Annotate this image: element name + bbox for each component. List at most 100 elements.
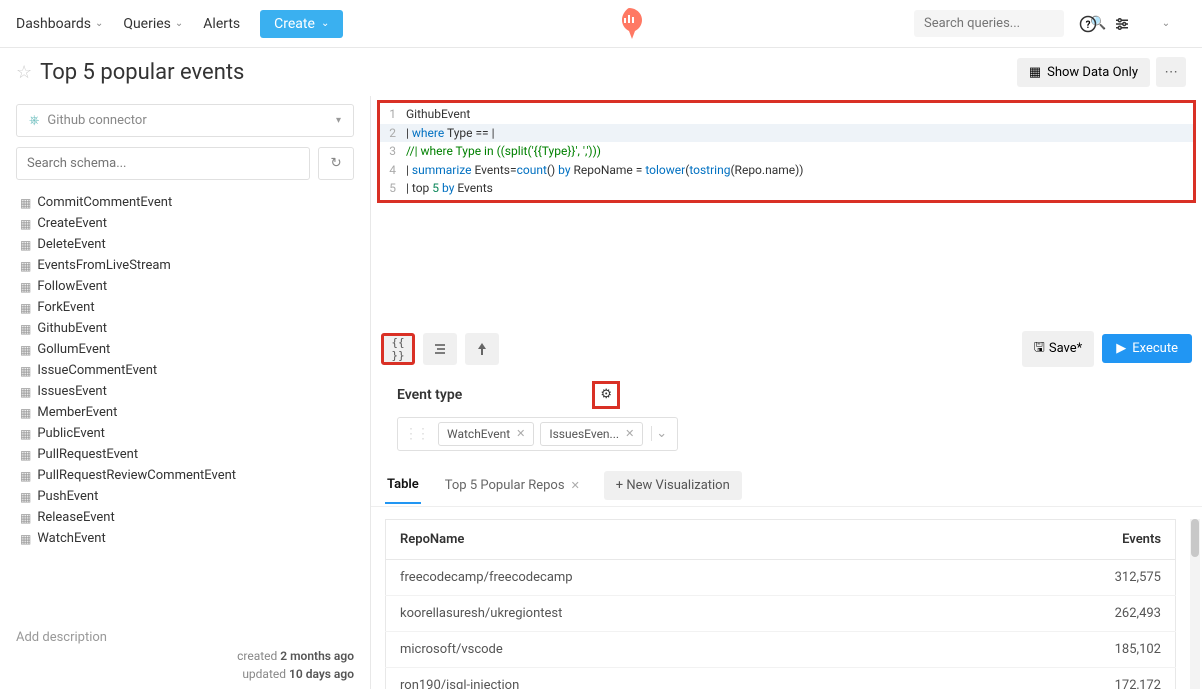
close-icon[interactable]: ✕ xyxy=(625,427,634,440)
parameter-value[interactable]: ⋮⋮ WatchEvent✕ IssuesEven...✕ ⌄ xyxy=(397,417,678,451)
cell-reponame: microsoft/vscode xyxy=(386,631,962,667)
add-description[interactable]: Add description xyxy=(16,630,354,645)
parameters-button[interactable]: {{ }} xyxy=(381,333,415,365)
play-icon: ▶ xyxy=(1116,341,1126,356)
user-menu[interactable]: ⌄ xyxy=(1146,14,1186,34)
table-icon: ▦ xyxy=(20,196,31,210)
cell-reponame: koorellasuresh/ukregiontest xyxy=(386,595,962,631)
main: ⎈ Github connector ▾ ↻ ▦CommitCommentEve… xyxy=(0,96,1202,689)
close-icon[interactable]: ✕ xyxy=(516,427,525,440)
chip-issuesevent[interactable]: IssuesEven...✕ xyxy=(540,422,643,446)
parameter-settings-button[interactable]: ⚙ xyxy=(592,381,620,409)
schema-item-label: GithubEvent xyxy=(37,321,107,336)
schema-item[interactable]: ▦IssuesEvent xyxy=(16,381,354,402)
schema-item[interactable]: ▦ ReleaseEvent xyxy=(16,507,354,528)
editor-toolbar: {{ }} 🖫Save* ▶Execute xyxy=(371,323,1202,375)
schema-item-label: ForkEvent xyxy=(37,300,94,315)
schema-item[interactable]: ▦PullRequestReviewCommentEvent xyxy=(16,465,354,486)
page-header: ☆ Top 5 popular events ▦Show Data Only ⋯ xyxy=(0,48,1202,96)
nav-alerts[interactable]: Alerts xyxy=(203,16,240,32)
gear-icon: ⚙ xyxy=(600,387,612,402)
datasource-label: Github connector xyxy=(47,113,146,128)
table-icon: ▦ xyxy=(20,406,31,420)
schema-item-label: EventsFromLiveStream xyxy=(37,258,170,273)
parameter-title: Event type xyxy=(397,387,462,403)
schema-search-row: ↻ xyxy=(16,147,354,180)
new-visualization-button[interactable]: + New Visualization xyxy=(604,471,742,500)
schema-item[interactable]: ▦ FollowEvent xyxy=(16,276,354,297)
save-button[interactable]: 🖫Save* xyxy=(1022,331,1094,367)
settings-icon[interactable] xyxy=(1112,14,1132,34)
star-icon[interactable]: ☆ xyxy=(16,62,32,83)
tab-table[interactable]: Table xyxy=(385,467,421,504)
schema-item[interactable]: ▦IssueCommentEvent xyxy=(16,360,354,381)
parameters-section: Event type ⚙ ⋮⋮ WatchEvent✕ IssuesEven..… xyxy=(371,375,1202,465)
schema-item-label: ReleaseEvent xyxy=(37,510,114,525)
schema-item[interactable]: ▦WatchEvent xyxy=(16,528,354,549)
schema-item[interactable]: ▦PullRequestEvent xyxy=(16,444,354,465)
chevron-down-icon: ⌄ xyxy=(95,18,103,29)
format-query-button[interactable] xyxy=(423,333,457,365)
search-input[interactable] xyxy=(924,16,1090,31)
cell-events: 185,102 xyxy=(961,631,1175,667)
create-button[interactable]: Create⌄ xyxy=(260,10,343,38)
chevron-down-icon: ⌄ xyxy=(321,18,329,29)
svg-text:?: ? xyxy=(1086,19,1091,30)
schema-item-label: FollowEvent xyxy=(37,279,107,294)
datasource-select[interactable]: ⎈ Github connector ▾ xyxy=(16,104,354,137)
redash-logo xyxy=(616,8,642,40)
refresh-schema-button[interactable]: ↻ xyxy=(318,147,354,180)
schema-item[interactable]: ▦ CreateEvent xyxy=(16,213,354,234)
query-editor[interactable]: 1GithubEvent 2| where Type == | 3//| whe… xyxy=(377,100,1196,203)
schema-item[interactable]: ▦DeleteEvent xyxy=(16,234,354,255)
nav-dashboards[interactable]: Dashboards⌄ xyxy=(16,16,103,32)
show-data-only-button[interactable]: ▦Show Data Only xyxy=(1017,58,1150,87)
chevron-down-icon[interactable]: ⌄ xyxy=(651,426,671,441)
schema-item[interactable]: ▦ MemberEvent xyxy=(16,402,354,423)
help-icon[interactable]: ? xyxy=(1078,14,1098,34)
search-queries[interactable]: 🔍 xyxy=(914,10,1064,37)
cell-events: 312,575 xyxy=(961,559,1175,595)
schema-item-label: PushEvent xyxy=(37,489,98,504)
table-icon: ▦ xyxy=(20,259,31,273)
table-icon: ▦ xyxy=(20,343,31,357)
table-icon: ▦ xyxy=(20,364,31,378)
viz-tabs: Table Top 5 Popular Repos✕ + New Visuali… xyxy=(371,465,1202,507)
nav-queries[interactable]: Queries⌄ xyxy=(123,16,183,32)
schema-item[interactable]: ▦ForkEvent xyxy=(16,297,354,318)
schema-item-label: IssuesEvent xyxy=(37,384,107,399)
scrollbar[interactable] xyxy=(1190,519,1200,689)
table-icon: ▦ xyxy=(20,238,31,252)
col-events[interactable]: Events xyxy=(961,519,1175,559)
topbar: Dashboards⌄ Queries⌄ Alerts Create⌄ 🔍 ? … xyxy=(0,0,1202,48)
close-icon[interactable]: ✕ xyxy=(571,479,580,492)
table-icon: ▦ xyxy=(20,280,31,294)
col-reponame[interactable]: RepoName xyxy=(386,519,962,559)
drag-handle-icon[interactable]: ⋮⋮ xyxy=(404,426,428,442)
table-icon: ▦ xyxy=(20,217,31,231)
schema-item[interactable]: ▦PublicEvent xyxy=(16,423,354,444)
schema-item-label: CreateEvent xyxy=(37,216,107,231)
schema-search-input[interactable] xyxy=(16,147,310,180)
table-row: freecodecamp/freecodecamp312,575 xyxy=(386,559,1176,595)
schema-item[interactable]: ▦ GithubEvent xyxy=(16,318,354,339)
execute-button[interactable]: ▶Execute xyxy=(1102,334,1192,363)
results-table-wrap: RepoName Events freecodecamp/freecodecam… xyxy=(371,507,1202,689)
autocomplete-button[interactable] xyxy=(465,333,499,365)
scrollbar-thumb[interactable] xyxy=(1191,519,1199,557)
schema-item[interactable]: ▦CommitCommentEvent xyxy=(16,192,354,213)
schema-item[interactable]: ▦GollumEvent xyxy=(16,339,354,360)
table-icon: ▦ xyxy=(20,511,31,525)
topbar-left: Dashboards⌄ Queries⌄ Alerts Create⌄ xyxy=(16,10,343,38)
schema-item-label: PullRequestEvent xyxy=(37,447,138,462)
save-icon: 🖫 xyxy=(1034,338,1045,360)
schema-item[interactable]: ▦ EventsFromLiveStream xyxy=(16,255,354,276)
sidebar-footer: Add description created 2 months ago upd… xyxy=(16,590,354,681)
created-meta: created 2 months ago xyxy=(16,649,354,663)
schema-item-label: MemberEvent xyxy=(37,405,117,420)
more-menu-button[interactable]: ⋯ xyxy=(1156,57,1186,87)
chip-watchevent[interactable]: WatchEvent✕ xyxy=(438,422,534,446)
tab-top5-repos[interactable]: Top 5 Popular Repos✕ xyxy=(443,468,582,503)
table-icon: ▦ xyxy=(20,322,31,336)
schema-item[interactable]: ▦PushEvent xyxy=(16,486,354,507)
